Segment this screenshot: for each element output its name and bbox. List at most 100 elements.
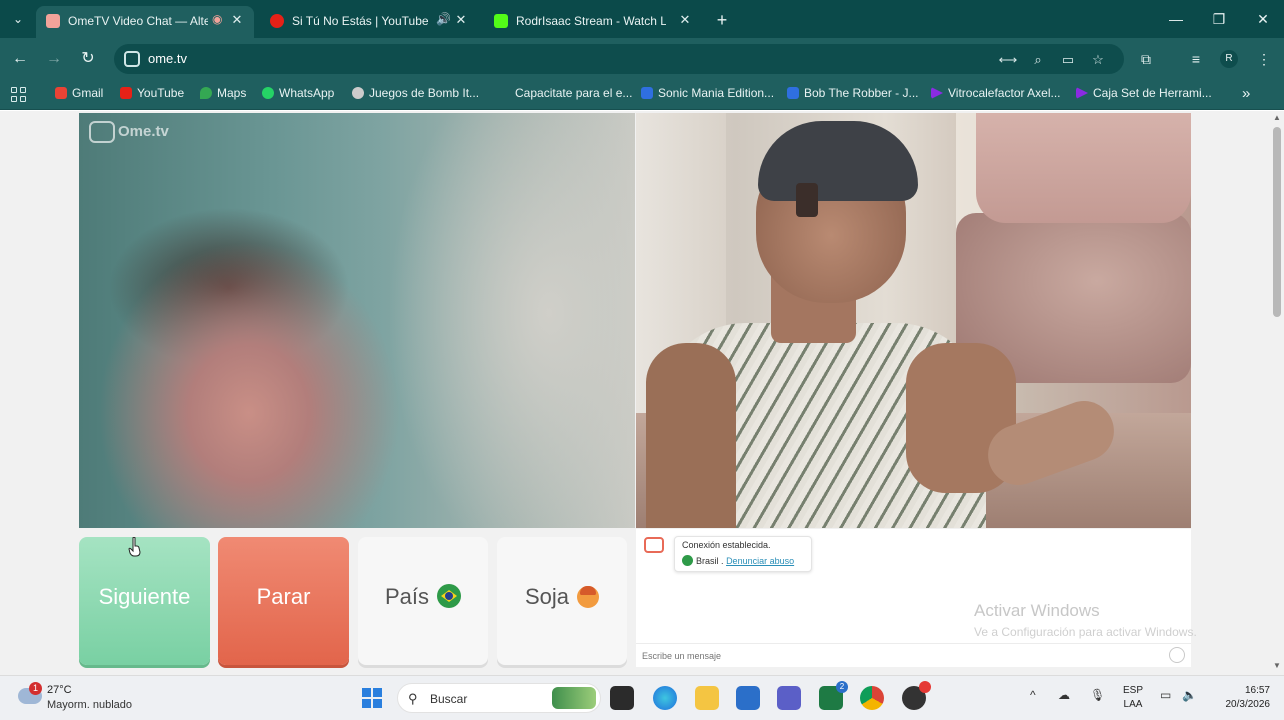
close-tab-icon[interactable]: ✕ — [228, 11, 246, 29]
language-indicator[interactable]: ESP LAA — [1123, 684, 1143, 712]
bookmark-youtube[interactable]: YouTube — [120, 86, 184, 104]
zoom-icon[interactable]: ⌕ — [1028, 50, 1048, 70]
bookmark-label: Juegos de Bomb It... — [369, 86, 480, 100]
gender-button-label: Soja — [524, 584, 570, 609]
tab-search-icon[interactable]: ⌄ — [6, 7, 30, 31]
dark-app-icon[interactable] — [610, 686, 634, 710]
extensions-puzzle-icon[interactable]: ⧉ — [1134, 47, 1158, 71]
cloud-sync-icon[interactable]: ☁ — [1058, 688, 1070, 702]
translate-icon[interactable]: ⟷ — [998, 50, 1018, 70]
edge-browser-icon[interactable] — [653, 686, 677, 710]
activate-windows-title: Activar Windows — [974, 601, 1100, 620]
forward-arrow-icon[interactable]: → — [42, 47, 66, 71]
apps-grid-icon[interactable] — [11, 87, 27, 103]
media-control-icon[interactable]: ≡ — [1184, 47, 1208, 71]
close-window-icon[interactable]: ✕ — [1248, 6, 1278, 32]
hand-cursor-icon — [128, 537, 141, 557]
bookmark-label: WhatsApp — [279, 86, 335, 100]
bookmark-maps[interactable]: Maps — [200, 86, 246, 104]
play-triangle-icon — [931, 87, 943, 99]
bookmark-vitrocalefactor[interactable]: Vitrocalefactor Axel... — [931, 86, 1061, 104]
remote-video — [636, 113, 1191, 528]
reload-icon[interactable]: ↻ — [76, 47, 100, 71]
clock-time: 16:57 — [1244, 685, 1270, 696]
youtube-favicon-icon — [270, 14, 284, 28]
show-hidden-icons-chevron-icon[interactable]: ^ — [1030, 688, 1036, 702]
bookmark-capacitate[interactable]: Capacitate para el e... — [498, 86, 632, 104]
microsoft-store-icon[interactable] — [736, 686, 760, 710]
close-tab-icon[interactable]: ✕ — [452, 11, 470, 29]
audio-playing-icon[interactable]: 🔊 — [436, 12, 451, 26]
network-icon[interactable]: ▭ — [1160, 688, 1171, 702]
windows-start-icon[interactable] — [362, 688, 382, 708]
address-bar[interactable]: ome.tv ⟷ ⌕ ▭ ☆ — [114, 44, 1124, 74]
bookmark-caja-set[interactable]: Caja Set de Herrami... — [1076, 86, 1212, 104]
volume-speaker-icon[interactable]: 🔈 — [1182, 688, 1197, 702]
teams-icon[interactable] — [777, 686, 801, 710]
profile-avatar[interactable]: R — [1220, 50, 1238, 68]
bomb-icon — [352, 87, 364, 99]
weather-notification-badge: 1 — [29, 682, 42, 695]
scroll-down-arrow-icon[interactable]: ▼ — [1273, 661, 1281, 670]
bookmark-star-icon[interactable]: ☆ — [1088, 50, 1108, 70]
microphone-icon[interactable]: 🎙 — [1090, 688, 1105, 702]
next-button[interactable]: Siguiente — [79, 537, 210, 665]
bookmark-gmail[interactable]: Gmail — [55, 86, 103, 104]
next-button-label: Siguiente — [98, 584, 191, 609]
file-explorer-folder-icon[interactable] — [695, 686, 719, 710]
stop-button[interactable]: Parar — [218, 537, 349, 665]
youtube-icon — [120, 87, 132, 99]
more-menu-icon[interactable]: ⋮ — [1252, 47, 1276, 71]
bookmark-bomb-it[interactable]: Juegos de Bomb It... — [352, 86, 479, 104]
chat-message-input[interactable] — [642, 648, 1142, 664]
activate-windows-subtitle: Ve a Configuración para activar Windows. — [974, 625, 1197, 639]
more-bookmarks-chevron-icon[interactable]: » — [1242, 85, 1250, 102]
bookmark-bob-robber[interactable]: Bob The Robber - J... — [787, 86, 919, 104]
tab-kick[interactable]: RodrIsaac Stream - Watch Live ✕ — [484, 6, 702, 38]
site-info-icon[interactable] — [124, 51, 140, 67]
cast-icon[interactable]: ▭ — [1058, 50, 1078, 70]
emoji-smiley-icon[interactable] — [1169, 647, 1185, 663]
back-arrow-icon[interactable]: ← — [8, 47, 32, 71]
url-text: ome.tv — [148, 51, 188, 66]
local-video: Ome.tv — [79, 113, 635, 528]
recording-icon: ◉ — [212, 12, 223, 26]
restore-icon[interactable]: ❐ — [1204, 6, 1234, 32]
close-tab-icon[interactable]: ✕ — [676, 11, 694, 29]
bookmark-whatsapp[interactable]: WhatsApp — [262, 86, 334, 104]
search-highlight-icon — [552, 687, 596, 709]
page-scrollbar[interactable]: ▲ ▼ — [1270, 111, 1284, 675]
bookmark-label: Bob The Robber - J... — [804, 86, 919, 100]
xbox-excel-icon[interactable]: 2 — [819, 681, 848, 710]
obs-recording-icon[interactable] — [902, 681, 931, 710]
tab-youtube[interactable]: Si Tú No Estás | YouTube M 🔊 ✕ — [260, 6, 478, 38]
ometv-page: Ome.tv Siguiente Parar País Soja Conexió… — [0, 111, 1270, 675]
scrollbar-thumb[interactable] — [1273, 127, 1281, 317]
new-tab-plus-icon[interactable]: + — [710, 8, 734, 32]
country-filter-button[interactable]: País — [358, 537, 488, 665]
browser-toolbar: ← → ↻ ome.tv ⟷ ⌕ ▭ ☆ ⧉ ≡ R ⋮ — [0, 38, 1284, 80]
play-triangle-icon — [1076, 87, 1088, 99]
minimize-icon[interactable]: — — [1161, 6, 1191, 32]
tab-ometv[interactable]: OmeTV Video Chat — Alter ◉ ✕ — [36, 6, 254, 38]
scroll-up-arrow-icon[interactable]: ▲ — [1273, 113, 1281, 122]
clock-date: 20/3/2026 — [1225, 699, 1271, 710]
bookmark-label: Maps — [217, 86, 247, 100]
tab-title: RodrIsaac Stream - Watch Live — [516, 14, 666, 28]
bookmark-label: Capacitate para el e... — [515, 86, 633, 100]
report-abuse-link[interactable]: Denunciar abuso — [726, 556, 794, 566]
system-clock[interactable]: 16:57 20/3/2026 — [1210, 684, 1271, 712]
ometv-chat-logo-icon — [644, 537, 664, 553]
weather-temperature[interactable]: 27°C — [47, 684, 72, 696]
ometv-favicon-icon — [46, 14, 60, 28]
chrome-icon[interactable] — [860, 686, 884, 710]
gender-filter-button[interactable]: Soja — [497, 537, 627, 665]
connection-message: Conexión establecida. Brasil . Denunciar… — [674, 536, 812, 572]
taskbar-search[interactable]: ⚲ Buscar — [397, 683, 601, 713]
partner-country-text: Brasil — [696, 556, 719, 566]
whatsapp-icon — [262, 87, 274, 99]
tab-title: OmeTV Video Chat — Alter — [68, 14, 208, 28]
weather-description[interactable]: Mayorm. nublado — [47, 699, 132, 711]
blank-page-icon — [498, 87, 510, 99]
bookmark-sonic[interactable]: Sonic Mania Edition... — [641, 86, 774, 104]
